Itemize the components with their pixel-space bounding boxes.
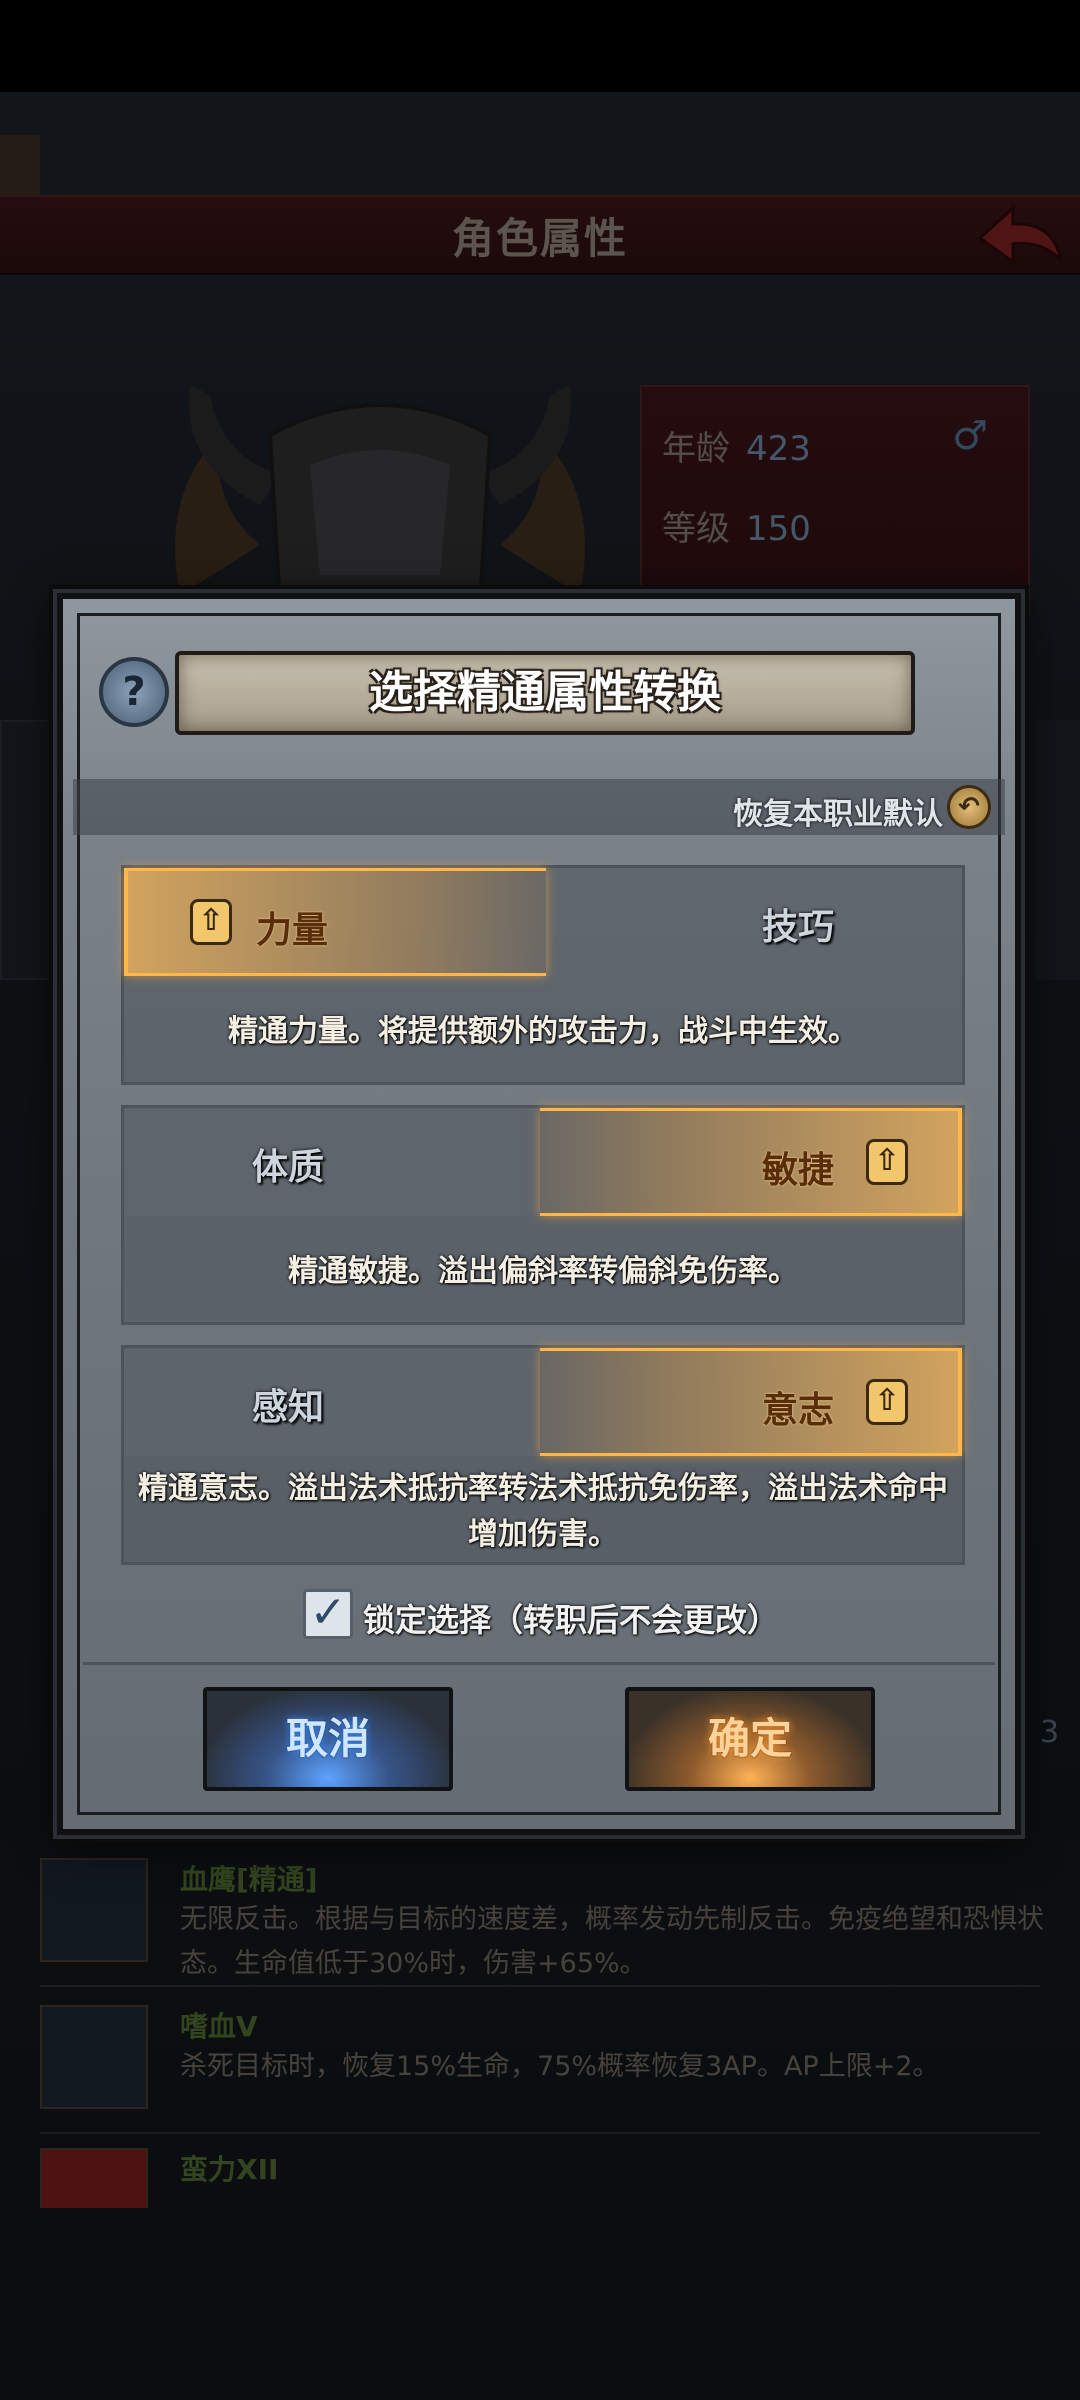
help-icon[interactable]: ? (99, 657, 169, 727)
choice-option-row: ⇧ 力量 技巧 (124, 868, 962, 976)
option-strength-label: 力量 (256, 910, 329, 951)
confirm-button[interactable]: 确定 (625, 1687, 875, 1791)
option-will-label: 意志 (762, 1390, 835, 1431)
mastery-choice-strength-skill: ⇧ 力量 技巧 精通力量。将提供额外的攻击力，战斗中生效。 (121, 865, 965, 1085)
dialog-title: 选择精通属性转换 (369, 667, 721, 718)
restore-undo-icon[interactable]: ↶ (947, 785, 991, 829)
option-constitution[interactable]: 体质 (124, 1108, 546, 1216)
mastery-choice-perception-will: 感知 意志 ⇧ 精通意志。溢出法术抵抗率转法术抵抗免伤率，溢出法术命中增加伤害。 (121, 1345, 965, 1565)
option-strength[interactable]: ⇧ 力量 (124, 868, 546, 976)
option-skill-label: 技巧 (762, 907, 835, 948)
option-constitution-label: 体质 (252, 1147, 325, 1188)
mastery-conversion-dialog: ? 选择精通属性转换 恢复本职业默认 ↶ ⇧ 力量 技巧 精通力量。将提供额外的… (57, 593, 1021, 1835)
choice-option-row: 体质 敏捷 ⇧ (124, 1108, 962, 1216)
cancel-button[interactable]: 取消 (203, 1687, 453, 1791)
option-will[interactable]: 意志 ⇧ (540, 1348, 962, 1456)
option-perception[interactable]: 感知 (124, 1348, 546, 1456)
selected-arrow-icon: ⇧ (190, 899, 232, 945)
lock-selection-label[interactable]: 锁定选择（转职后不会更改） (363, 1595, 779, 1641)
selected-arrow-icon: ⇧ (866, 1379, 908, 1425)
option-perception-label: 感知 (252, 1387, 325, 1428)
dialog-title-banner: 选择精通属性转换 (175, 651, 915, 735)
status-bar (0, 0, 1080, 92)
dialog-divider (83, 1662, 995, 1665)
choice-option-row: 感知 意志 ⇧ (124, 1348, 962, 1456)
restore-default-label[interactable]: 恢复本职业默认 (733, 789, 943, 833)
lock-selection-checkbox[interactable]: ✓ (303, 1589, 353, 1639)
choice-description: 精通意志。溢出法术抵抗率转法术抵抗免伤率，溢出法术命中增加伤害。 (138, 1471, 948, 1552)
option-agility-label: 敏捷 (762, 1150, 835, 1191)
choice-description: 精通敏捷。溢出偏斜率转偏斜免伤率。 (288, 1254, 798, 1289)
option-agility[interactable]: 敏捷 ⇧ (540, 1108, 962, 1216)
mastery-choice-constitution-agility: 体质 敏捷 ⇧ 精通敏捷。溢出偏斜率转偏斜免伤率。 (121, 1105, 965, 1325)
choice-description: 精通力量。将提供额外的攻击力，战斗中生效。 (228, 1014, 858, 1049)
selected-arrow-icon: ⇧ (866, 1139, 908, 1185)
option-skill[interactable]: 技巧 (540, 868, 962, 976)
restore-default-bar[interactable]: 恢复本职业默认 ↶ (73, 779, 1005, 835)
